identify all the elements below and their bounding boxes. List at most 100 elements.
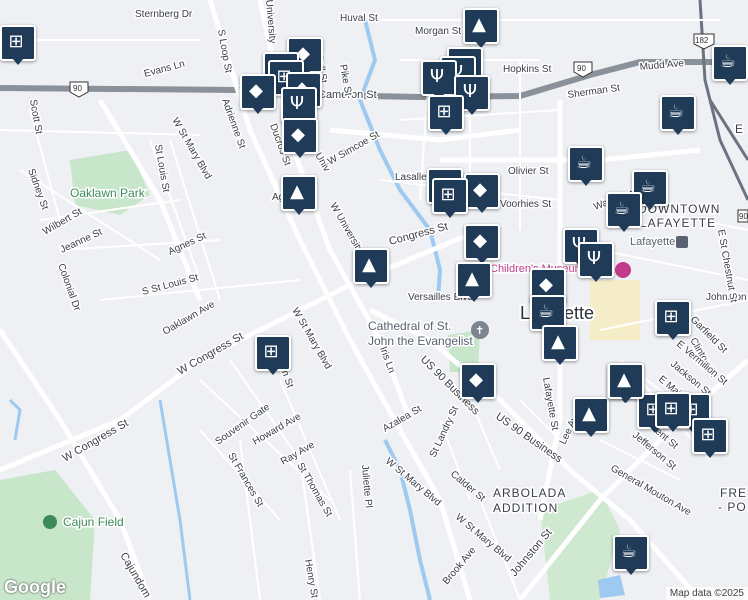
coffee-icon: ☕ bbox=[667, 100, 685, 122]
street-label-stlouis: St Louis St bbox=[152, 144, 171, 194]
street-label-wstmary-top: W St Mary Blvd bbox=[169, 116, 213, 181]
area-label-e-s: E S bbox=[735, 122, 748, 136]
poi-marker-shopping-cart[interactable]: ⊞ bbox=[655, 392, 691, 434]
street-label-wilbert: Wilbert St bbox=[41, 206, 84, 237]
railroad bbox=[698, 0, 748, 201]
street-label-stthomas: St Thomas St bbox=[294, 461, 334, 519]
poi-label-oaklawn-park: Oaklawn Park bbox=[70, 186, 146, 200]
map-base-layer: Sternberg Dr Huval St Morgan St Evans Ln… bbox=[0, 0, 748, 600]
poi-marker-shopping-bag[interactable]: ◆ bbox=[240, 74, 276, 116]
graduation-cap-icon: ▲ bbox=[362, 253, 376, 275]
shopping-cart-icon: ⊞ bbox=[8, 30, 24, 52]
restaurant-icon: Ψ bbox=[289, 92, 305, 114]
restaurant-icon: Ψ bbox=[586, 247, 602, 269]
street-label-jeanne: Jeanne St bbox=[59, 227, 105, 256]
poi-label-cathedral-line1: Cathedral of St. bbox=[368, 319, 451, 333]
poi-marker-shopping-cart[interactable]: ⊞ bbox=[655, 300, 691, 342]
downtown-block bbox=[590, 280, 640, 340]
svg-text:90: 90 bbox=[739, 212, 748, 221]
poi-marker-graduation-cap[interactable]: ▲ bbox=[456, 262, 492, 304]
poi-marker-restaurant[interactable]: Ψ bbox=[578, 242, 614, 284]
street-label-huval: Huval St bbox=[340, 13, 378, 24]
map-canvas[interactable]: Sternberg Dr Huval St Morgan St Evans Ln… bbox=[0, 0, 748, 600]
shopping-cart-icon: ⊞ bbox=[700, 423, 716, 445]
street-label-brook: Brook Ave bbox=[441, 545, 479, 587]
coffee-icon: ☕ bbox=[613, 197, 631, 219]
shopping-bag-icon: ◆ bbox=[473, 229, 487, 251]
shopping-cart-icon: ⊞ bbox=[663, 305, 679, 327]
graduation-cap-icon: ▲ bbox=[582, 402, 596, 424]
street-label-calder: Calder St bbox=[448, 469, 487, 504]
graduation-cap-icon: ▲ bbox=[472, 13, 486, 35]
street-label-lasalle: Lasalle bbox=[395, 172, 427, 183]
poi-marker-coffee[interactable]: ☕ bbox=[613, 535, 649, 577]
poi-marker-shopping-cart[interactable]: ⊞ bbox=[428, 95, 464, 137]
street-label-sherman: Sherman St bbox=[567, 83, 621, 101]
us90-shield-west: 90 bbox=[69, 81, 89, 98]
street-label-juliette: Juliette Pl bbox=[359, 464, 374, 508]
poi-label-lafayette-station: Lafayette bbox=[630, 236, 675, 248]
poi-marker-shopping-bag[interactable]: ◆ bbox=[464, 173, 500, 215]
shopping-cart-icon: ⊞ bbox=[436, 100, 452, 122]
poi-marker-shopping-cart[interactable]: ⊞ bbox=[255, 335, 291, 377]
shopping-bag-icon: ◆ bbox=[291, 123, 305, 145]
street-label-henry: Henry St bbox=[302, 559, 320, 599]
poi-marker-shopping-bag[interactable]: ◆ bbox=[464, 224, 500, 266]
street-label-iris: Iris Ln bbox=[377, 345, 397, 374]
poi-marker-graduation-cap[interactable]: ▲ bbox=[281, 175, 317, 217]
street-label-oaklawn-ave: Oaklawn Ave bbox=[161, 299, 217, 338]
svg-text:90: 90 bbox=[577, 64, 586, 73]
coffee-icon: ☕ bbox=[719, 50, 737, 72]
street-label-stlandry: St Landry St bbox=[428, 405, 461, 460]
street-label-scott: Scott St bbox=[27, 99, 44, 136]
poi-marker-shopping-bag[interactable]: ◆ bbox=[282, 118, 318, 160]
street-label-olivier: Olivier St bbox=[508, 166, 549, 177]
area-label-fre: FRE bbox=[720, 486, 747, 500]
street-label-w-university: W University bbox=[327, 201, 365, 255]
graduation-cap-icon: ▲ bbox=[551, 330, 565, 352]
street-label-stfrances: St Frances St bbox=[225, 451, 265, 509]
poi-marker-coffee[interactable]: ☕ bbox=[606, 192, 642, 234]
graduation-cap-icon: ▲ bbox=[290, 180, 304, 202]
shopping-bag-icon: ◆ bbox=[473, 178, 487, 200]
train-station-icon bbox=[676, 236, 688, 248]
street-label-congress-e: Congress St bbox=[388, 221, 450, 248]
street-label-wsimcoe: W Simcoe St bbox=[326, 129, 382, 168]
coffee-icon: ☕ bbox=[575, 151, 593, 173]
poi-label-cajun-field: Cajun Field bbox=[63, 515, 124, 529]
street-label-voorhies: Voorhies St bbox=[500, 199, 551, 210]
coffee-icon: ☕ bbox=[620, 540, 638, 562]
poi-marker-coffee[interactable]: ☕ bbox=[568, 146, 604, 188]
shopping-cart-icon: ⊞ bbox=[663, 397, 679, 419]
shopping-bag-icon: ◆ bbox=[469, 368, 483, 390]
shopping-cart-icon: ⊞ bbox=[440, 183, 456, 205]
area-label-lafayette-district: LAFAYETTE bbox=[640, 216, 716, 230]
coffee-icon: ☕ bbox=[537, 300, 555, 322]
i90-shield-east: 90 bbox=[737, 209, 748, 223]
svg-text:✝: ✝ bbox=[475, 324, 484, 337]
area-label-po: - PO bbox=[718, 500, 747, 514]
svg-text:90: 90 bbox=[73, 84, 82, 93]
google-logo: Google bbox=[4, 577, 66, 597]
poi-marker-shopping-cart[interactable]: ⊞ bbox=[0, 25, 36, 67]
street-label-wcongress: W Congress St bbox=[176, 330, 246, 377]
svg-text:182: 182 bbox=[695, 36, 709, 45]
map-attribution[interactable]: Map data ©2025 bbox=[665, 587, 748, 600]
poi-marker-graduation-cap[interactable]: ▲ bbox=[573, 397, 609, 439]
coulee-waterway-far-west bbox=[8, 398, 22, 441]
shopping-bag-icon: ◆ bbox=[249, 79, 263, 101]
shopping-cart-icon: ⊞ bbox=[263, 340, 279, 362]
area-label-addition: ADDITION bbox=[493, 501, 558, 515]
poi-marker-coffee[interactable]: ☕ bbox=[712, 45, 748, 87]
poi-marker-shopping-bag[interactable]: ◆ bbox=[460, 363, 496, 405]
graduation-cap-icon: ▲ bbox=[617, 368, 631, 390]
poi-marker-graduation-cap[interactable]: ▲ bbox=[608, 363, 644, 405]
poi-marker-shopping-cart[interactable]: ⊞ bbox=[692, 418, 728, 460]
poi-marker-shopping-cart[interactable]: ⊞ bbox=[432, 178, 468, 220]
poi-marker-graduation-cap[interactable]: ▲ bbox=[463, 8, 499, 50]
street-label-colonial: Colonial Dr bbox=[55, 262, 82, 313]
street-label-evans: Evans Ln bbox=[143, 58, 186, 79]
poi-marker-graduation-cap[interactable]: ▲ bbox=[542, 325, 578, 367]
poi-marker-graduation-cap[interactable]: ▲ bbox=[353, 248, 389, 290]
poi-marker-coffee[interactable]: ☕ bbox=[660, 95, 696, 137]
